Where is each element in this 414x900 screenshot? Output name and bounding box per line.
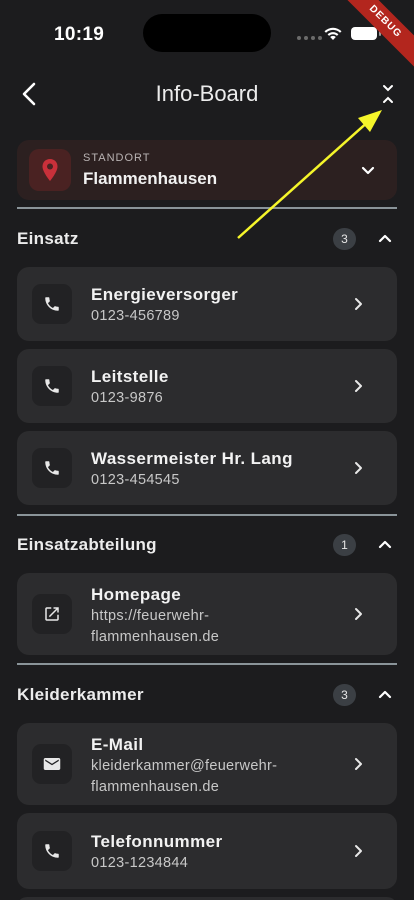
card-icon-tile [32, 594, 72, 634]
count-badge: 1 [333, 534, 356, 556]
contact-subtitle: 0123-9876 [91, 390, 164, 406]
card-icon-tile [32, 284, 72, 324]
section-title: Einsatzabteilung [17, 535, 157, 554]
divider [17, 514, 397, 516]
chevron-right-icon [355, 845, 362, 857]
contact-card-telefonnummer[interactable]: Telefonnummer 0123-1234844 [17, 813, 397, 889]
section-title: Kleiderkammer [17, 685, 144, 704]
contact-title: Energieversorger [91, 285, 239, 304]
count-badge: 3 [333, 228, 356, 250]
phone-icon [45, 461, 59, 475]
card-icon-tile [32, 744, 72, 784]
subtitle-line: flammenhausen.de [91, 629, 220, 645]
status-time: 10:19 [54, 24, 105, 45]
contact-title: Homepage [91, 585, 182, 604]
contact-title: Wassermeister Hr. Lang [91, 449, 293, 468]
chevron-right-icon [355, 380, 362, 392]
section-header-einsatzabteilung[interactable]: Einsatzabteilung 1 [17, 529, 397, 561]
contact-subtitle: 0123-454545 [91, 472, 180, 488]
dynamic-island [143, 14, 271, 52]
mail-icon [43, 758, 61, 770]
contact-card-energieversorger[interactable]: Energieversorger 0123-456789 [17, 267, 397, 341]
contact-title: Leitstelle [91, 367, 169, 386]
card-icon-tile [32, 831, 72, 871]
page-title: Info-Board [155, 81, 259, 106]
section-header-kleiderkammer[interactable]: Kleiderkammer 3 [17, 679, 397, 711]
chevron-up-icon [378, 234, 392, 243]
subtitle-line: flammenhausen.de [91, 779, 220, 795]
open-in-new-icon [45, 607, 59, 621]
phone-icon [45, 379, 59, 393]
phone-icon [45, 844, 59, 858]
collapse-all-icon[interactable] [376, 82, 400, 106]
count-badge: 3 [333, 684, 356, 706]
chevron-right-icon [355, 462, 362, 474]
location-label: STANDORT [83, 152, 151, 164]
divider [17, 663, 397, 665]
location-value: Flammenhausen [83, 169, 218, 188]
card-icon-tile [32, 366, 72, 406]
chevron-right-icon [355, 298, 362, 310]
contact-card-homepage[interactable]: Homepage https://feuerwehr- flammenhause… [17, 573, 397, 655]
divider [17, 207, 397, 209]
section-title: Einsatz [17, 229, 79, 248]
contact-card-wassermeister[interactable]: Wassermeister Hr. Lang 0123-454545 [17, 431, 397, 505]
chevron-right-icon [355, 608, 362, 620]
subtitle-line: kleiderkammer@feuerwehr- [91, 758, 278, 774]
status-bar: 10:19 DEBUG [0, 0, 414, 76]
contact-card-email[interactable]: E-Mail kleiderkammer@feuerwehr- flammenh… [17, 723, 397, 805]
battery-icon [351, 27, 381, 40]
app-bar: Info-Board [0, 62, 414, 126]
chevron-up-icon [378, 540, 392, 549]
phone-icon [45, 297, 59, 311]
chevron-down-icon [361, 166, 375, 175]
contact-subtitle: https://feuerwehr- flammenhausen.de [91, 606, 331, 648]
location-pin-icon [42, 159, 58, 181]
subtitle-line: https://feuerwehr- [91, 608, 210, 624]
contact-card-leitstelle[interactable]: Leitstelle 0123-9876 [17, 349, 397, 423]
section-header-einsatz[interactable]: Einsatz 3 [17, 223, 397, 255]
contact-subtitle: 0123-1234844 [91, 855, 189, 871]
contact-subtitle: 0123-456789 [91, 308, 180, 324]
card-icon-tile [32, 448, 72, 488]
contact-title: Telefonnummer [91, 832, 223, 851]
location-icon-tile [29, 149, 71, 191]
chevron-up-icon [378, 690, 392, 699]
contact-title: E-Mail [91, 735, 144, 754]
chevron-right-icon [355, 758, 362, 770]
contact-subtitle: kleiderkammer@feuerwehr- flammenhausen.d… [91, 756, 331, 798]
cellular-signal-icon [297, 36, 322, 40]
location-selector[interactable]: STANDORT Flammenhausen [17, 140, 397, 200]
wifi-icon [324, 27, 342, 40]
